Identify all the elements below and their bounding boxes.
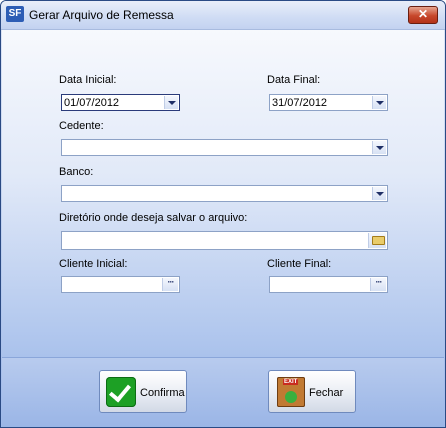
confirma-button[interactable]: Confirma [99,370,187,413]
data-inicial-dropdown-icon[interactable] [164,96,178,109]
cedente-select[interactable] [61,139,388,156]
check-icon [106,377,136,407]
app-icon: SF [6,6,24,22]
window-title: Gerar Arquivo de Remessa [29,8,174,22]
close-button[interactable]: ✕ [408,6,438,24]
data-final-field[interactable]: 31/07/2012 [269,94,388,111]
cliente-final-lookup-icon[interactable]: ··· [370,278,386,291]
cliente-inicial-label: Cliente Inicial: [59,258,128,270]
data-final-label: Data Final: [267,74,321,86]
data-final-dropdown-icon[interactable] [372,96,386,109]
data-final-value: 31/07/2012 [272,97,328,109]
banco-select[interactable] [61,185,388,202]
cliente-inicial-lookup-icon[interactable]: ··· [162,278,178,291]
diretorio-label: Diretório onde deseja salvar o arquivo: [59,212,248,224]
cliente-final-label: Cliente Final: [267,258,332,270]
folder-icon[interactable] [368,233,386,248]
form-area: Data Inicial: 01/07/2012 Data Final: 31/… [2,30,444,357]
banco-dropdown-icon[interactable] [372,187,386,200]
confirma-label: Confirma [140,387,185,399]
dialog-window: SF Gerar Arquivo de Remessa ✕ Data Inici… [0,0,446,428]
banco-label: Banco: [59,166,94,178]
data-inicial-field[interactable]: 01/07/2012 [61,94,180,111]
fechar-button[interactable]: Fechar [268,370,356,413]
cliente-final-field[interactable]: ··· [269,276,388,293]
title-bar: SF Gerar Arquivo de Remessa ✕ [1,1,445,30]
fechar-label: Fechar [309,387,344,399]
cedente-dropdown-icon[interactable] [372,141,386,154]
cedente-label: Cedente: [59,120,104,132]
data-inicial-label: Data Inicial: [59,74,117,86]
diretorio-input[interactable] [61,231,388,250]
button-bar [2,357,444,427]
data-inicial-value: 01/07/2012 [64,97,120,109]
exit-door-icon [277,377,305,407]
cliente-inicial-field[interactable]: ··· [61,276,180,293]
